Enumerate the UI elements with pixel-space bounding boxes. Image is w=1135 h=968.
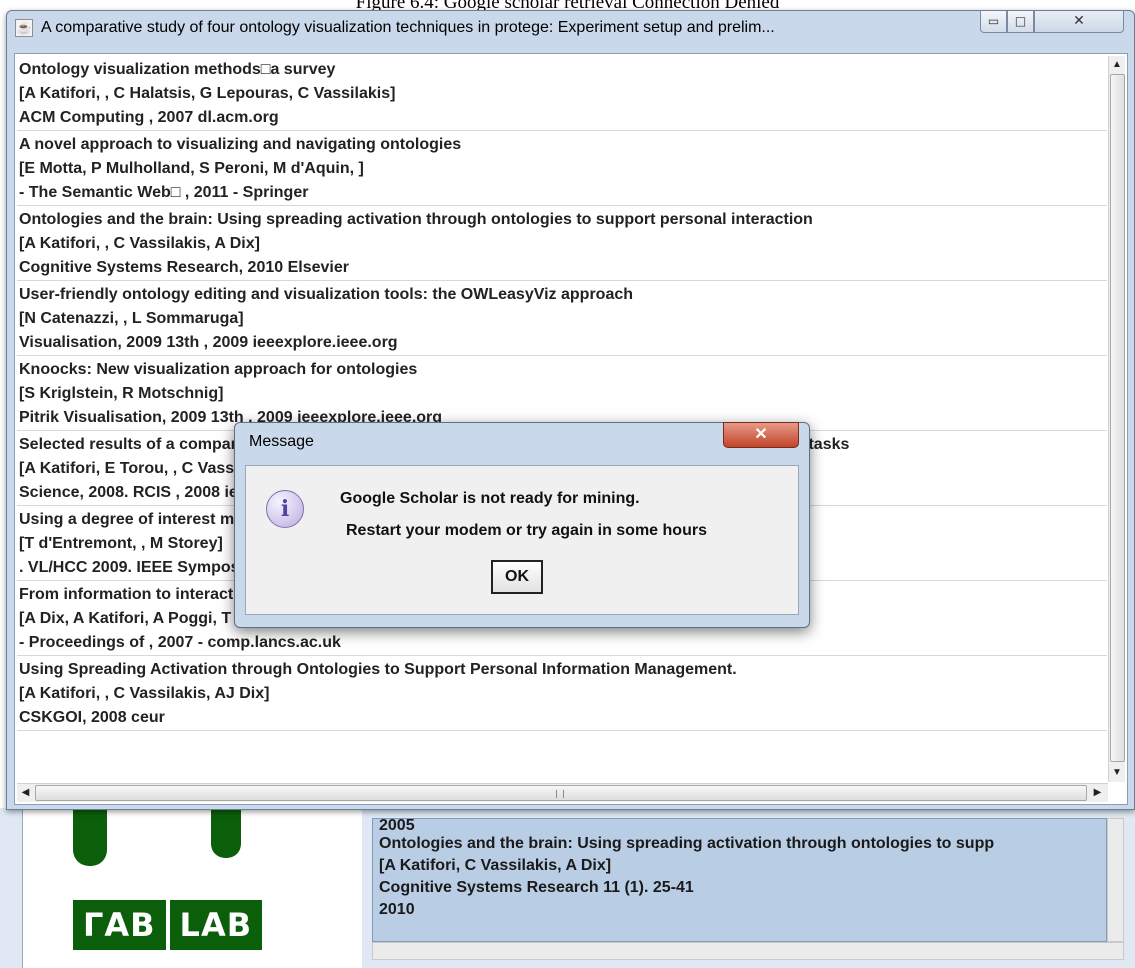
scroll-left-icon[interactable]: ◀ [17, 784, 34, 802]
list-item[interactable]: 2005 [373, 819, 1106, 834]
entry-authors: [A Katifori, , C Halatsis, G Lepouras, C… [19, 85, 396, 102]
entry-authors: [E Motta, P Mulholland, S Peroni, M d'Aq… [19, 160, 364, 177]
title-bar[interactable]: ☕ A comparative study of four ontology v… [7, 11, 1134, 43]
background-results-list[interactable]: 2005 Ontologies and the brain: Using spr… [372, 818, 1107, 942]
logo-text-left: ΓAB [73, 900, 166, 950]
entry-authors: [S Kriglstein, R Motschnig] [19, 385, 224, 402]
dialog-close-button[interactable]: ✕ [723, 422, 799, 448]
entry-source: ACM Computing , 2007 dl.acm.org [19, 109, 279, 126]
dialog-message-line-2: Restart your modem or try again in some … [346, 522, 707, 539]
logo-graphic-left [73, 808, 107, 866]
dialog-title: Message [249, 433, 314, 450]
entry-title: Knoocks: New visualization approach for … [19, 361, 418, 378]
entry-title: Using Spreading Activation through Ontol… [19, 661, 737, 678]
list-item[interactable]: A novel approach to visualizing and navi… [17, 131, 1107, 206]
grip-icon [556, 790, 564, 798]
vertical-scroll-thumb[interactable] [1110, 74, 1125, 762]
entry-title: Ontology visualization methods□a survey [19, 61, 336, 78]
minimize-button[interactable]: ▭ [980, 11, 1007, 33]
list-item[interactable]: Ontologies and the brain: Using spreadin… [373, 833, 1106, 855]
background-horizontal-scrollbar[interactable] [372, 942, 1124, 960]
logo-graphic-right [211, 808, 241, 858]
entry-authors: [N Catenazzi, , L Sommaruga] [19, 310, 244, 327]
list-item[interactable]: 2010 [373, 899, 1106, 921]
list-item[interactable]: Cognitive Systems Research 11 (1). 25-41 [373, 877, 1106, 899]
entry-title: User-friendly ontology editing and visua… [19, 286, 634, 303]
list-item[interactable]: Using Spreading Activation through Ontol… [17, 656, 1107, 731]
list-item[interactable]: Ontology visualization methods□a survey [… [17, 56, 1107, 131]
window-title: A comparative study of four ontology vis… [41, 19, 775, 36]
list-item[interactable]: User-friendly ontology editing and visua… [17, 281, 1107, 356]
list-item[interactable]: Ontologies and the brain: Using spreadin… [17, 206, 1107, 281]
horizontal-scroll-thumb[interactable] [35, 785, 1087, 801]
entry-source: Visualisation, 2009 13th , 2009 ieeexplo… [19, 334, 398, 351]
maximize-button[interactable]: □ [1007, 11, 1034, 33]
scroll-up-icon[interactable]: ▲ [1109, 56, 1125, 73]
fab-lab-logo: ΓAB LAB [73, 900, 263, 950]
entry-source: CSKGOI, 2008 ceur [19, 709, 165, 726]
entry-source: Cognitive Systems Research, 2010 Elsevie… [19, 259, 349, 276]
entry-authors: [A Katifori, , C Vassilakis, A Dix] [19, 235, 260, 252]
logo-text-right: LAB [169, 900, 263, 950]
background-application: ΓAB LAB 2005 Ontologies and the brain: U… [0, 808, 1135, 968]
entry-source: - The Semantic Web□ , 2011 - Springer [19, 184, 309, 201]
ok-button[interactable]: OK [491, 560, 543, 594]
results-window: ☕ A comparative study of four ontology v… [6, 10, 1135, 810]
list-item[interactable]: [A Katifori, C Vassilakis, A Dix] [373, 855, 1106, 877]
entry-title: Ontologies and the brain: Using spreadin… [19, 211, 813, 228]
entry-authors: [A Katifori, , C Vassilakis, AJ Dix] [19, 685, 270, 702]
java-icon: ☕ [15, 19, 33, 37]
background-vertical-scrollbar[interactable] [1107, 818, 1124, 942]
message-dialog: Message ✕ i Google Scholar is not ready … [234, 422, 810, 628]
close-button[interactable]: ✕ [1034, 11, 1124, 33]
logo-panel: ΓAB LAB [22, 808, 362, 968]
scroll-right-icon[interactable]: ▶ [1089, 784, 1106, 802]
entry-title: A novel approach to visualizing and navi… [19, 136, 462, 153]
entry-source: - Proceedings of , 2007 - comp.lancs.ac.… [19, 634, 341, 651]
horizontal-scrollbar[interactable]: ◀ ▶ [17, 783, 1108, 802]
info-icon: i [266, 490, 304, 528]
vertical-scrollbar[interactable]: ▲ ▼ [1108, 56, 1125, 782]
scroll-down-icon[interactable]: ▼ [1109, 764, 1125, 781]
list-item[interactable]: Knoocks: New visualization approach for … [17, 356, 1107, 431]
results-list[interactable]: Ontology visualization methods□a survey [… [17, 56, 1107, 782]
dialog-message-line-1: Google Scholar is not ready for mining. [340, 490, 640, 507]
dialog-body: i Google Scholar is not ready for mining… [245, 465, 799, 615]
